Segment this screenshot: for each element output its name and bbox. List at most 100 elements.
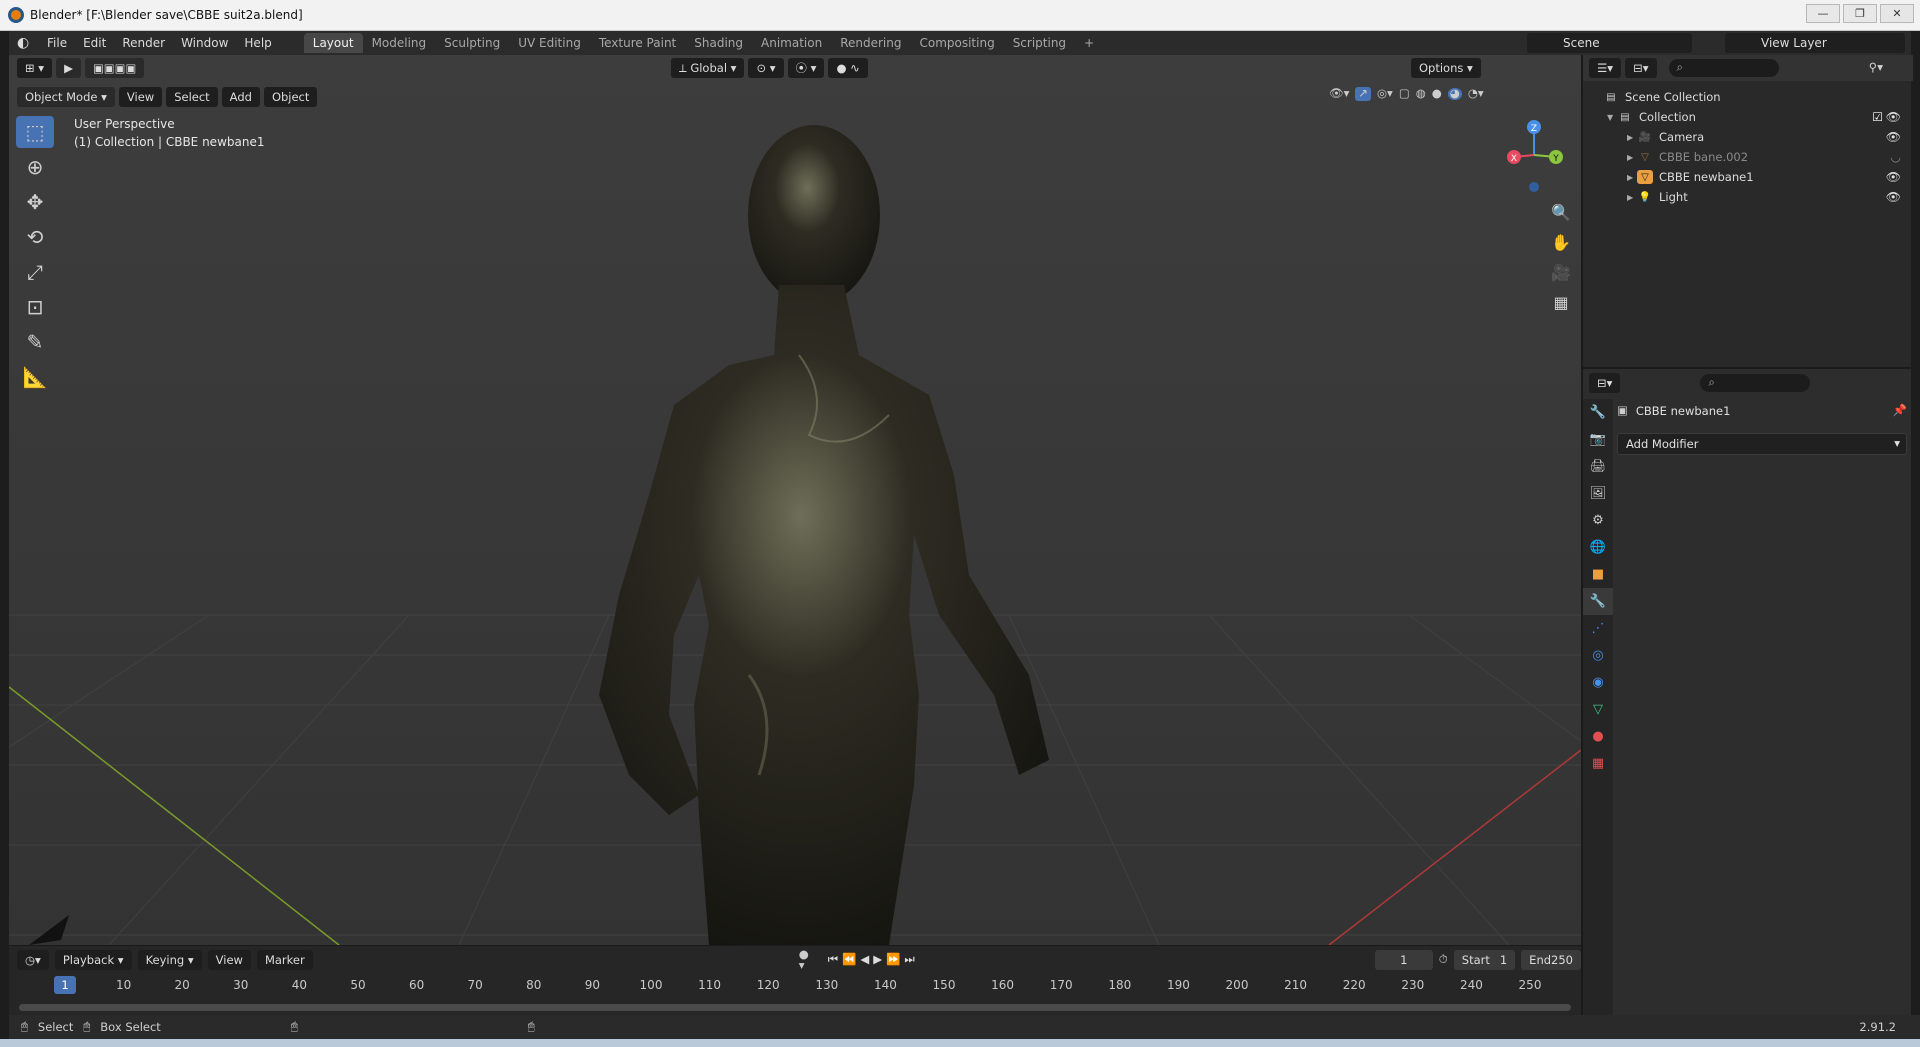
- outliner-display-mode[interactable]: ⊟▾: [1625, 58, 1657, 78]
- constraints-tab-icon[interactable]: ◉: [1583, 669, 1613, 696]
- material-tab-icon[interactable]: ●: [1583, 723, 1613, 750]
- selection-modes[interactable]: ▣▣▣▣: [84, 58, 145, 78]
- move-tool[interactable]: ✥: [16, 186, 54, 218]
- tab-animation[interactable]: Animation: [752, 33, 831, 53]
- viewport-menu-object[interactable]: Object: [263, 87, 318, 107]
- current-frame-field[interactable]: 1: [1374, 950, 1433, 970]
- scene-tab-icon[interactable]: ⚙: [1583, 507, 1613, 534]
- material-shading-icon[interactable]: ◕: [1447, 87, 1462, 100]
- particles-tab-icon[interactable]: ⋰: [1583, 615, 1613, 642]
- tab-shading[interactable]: Shading: [685, 33, 752, 53]
- viewport-menu-view[interactable]: View: [118, 87, 163, 107]
- tab-modeling[interactable]: Modeling: [363, 33, 436, 53]
- end-frame-field[interactable]: End 250: [1521, 950, 1581, 970]
- viewport-menu-select[interactable]: Select: [166, 87, 218, 107]
- measure-tool[interactable]: 📐: [16, 361, 54, 393]
- record-icon[interactable]: ● ▾: [799, 948, 810, 972]
- timeline-menu-playback[interactable]: Playback ▾: [54, 950, 132, 970]
- properties-search-input[interactable]: ⌕: [1700, 374, 1811, 392]
- pivot-dropdown[interactable]: ⊙ ▾: [748, 58, 784, 78]
- texture-tab-icon[interactable]: ▦: [1583, 750, 1613, 777]
- outliner-search-input[interactable]: ⌕: [1668, 59, 1779, 77]
- render-tab-icon[interactable]: 📷: [1583, 426, 1613, 453]
- add-modifier-dropdown[interactable]: Add Modifier ▾: [1617, 433, 1907, 455]
- output-tab-icon[interactable]: 🖨: [1583, 453, 1613, 480]
- tab-scripting[interactable]: Scripting: [1004, 33, 1075, 53]
- menu-help[interactable]: Help: [236, 36, 279, 50]
- navigation-gizmo[interactable]: Z Y X: [1494, 115, 1574, 205]
- menu-edit[interactable]: Edit: [75, 36, 114, 50]
- tab-layout[interactable]: Layout: [303, 33, 363, 53]
- add-workspace-button[interactable]: +: [1075, 33, 1103, 53]
- outliner-item-cbbe-newbane[interactable]: ▶ ▽ CBBE newbane1 👁: [1583, 167, 1913, 187]
- transform-tool[interactable]: ⊡: [16, 291, 54, 323]
- options-dropdown[interactable]: Options ▾: [1411, 58, 1481, 78]
- 3d-viewport[interactable]: ⊞ ▾ ▶ ▣▣▣▣ Object Mode ▾ View Select Add…: [9, 55, 1581, 945]
- current-frame-indicator[interactable]: 1: [54, 976, 76, 994]
- wireframe-shading-icon[interactable]: ◍: [1416, 87, 1426, 100]
- outliner-item-light[interactable]: ▶ 💡 Light 👁: [1583, 187, 1913, 207]
- timeline-menu-marker[interactable]: Marker: [256, 950, 313, 970]
- expand-arrow-icon[interactable]: ▶: [1627, 133, 1637, 142]
- physics-tab-icon[interactable]: ◎: [1583, 642, 1613, 669]
- transform-orientation-dropdown[interactable]: ⟂ Global ▾: [671, 58, 745, 78]
- data-tab-icon[interactable]: ▽: [1583, 696, 1613, 723]
- stopwatch-icon[interactable]: ⏱: [1439, 954, 1448, 966]
- scale-tool[interactable]: ⤢: [16, 256, 54, 288]
- visibility-dropdown-icon[interactable]: 👁▾: [1329, 87, 1349, 100]
- expand-arrow-icon[interactable]: ▶: [1627, 173, 1637, 182]
- object-tab-icon[interactable]: ■: [1583, 561, 1613, 588]
- tab-rendering[interactable]: Rendering: [831, 33, 910, 53]
- eye-icon[interactable]: 👁: [1886, 110, 1901, 124]
- select-mode-button[interactable]: ▶: [56, 58, 81, 78]
- expand-arrow-icon[interactable]: ▶: [1627, 153, 1637, 162]
- zoom-icon[interactable]: 🔍: [1547, 198, 1575, 226]
- pin-icon[interactable]: 📌: [1893, 405, 1907, 417]
- expand-arrow-icon[interactable]: ▼: [1607, 113, 1617, 122]
- start-frame-field[interactable]: Start 1: [1453, 950, 1516, 970]
- timeline-editor-type[interactable]: ◷▾: [17, 950, 49, 970]
- eye-icon[interactable]: 👁: [1886, 170, 1901, 184]
- world-tab-icon[interactable]: 🌐: [1583, 534, 1613, 561]
- timeline-menu-view[interactable]: View: [207, 950, 251, 970]
- eye-icon[interactable]: 👁: [1886, 190, 1901, 204]
- timeline-ruler[interactable]: 1 10 20 30 40 50 60 70 80 90 100 110 120 130 140 150 16…: [9, 976, 1581, 996]
- playback-controls[interactable]: ⏮⏪◀▶⏩⏭: [828, 954, 919, 966]
- blender-menu-icon[interactable]: ◐: [17, 36, 33, 50]
- tool-tab-icon[interactable]: 🔧: [1583, 399, 1613, 426]
- overlay-toggle-icon[interactable]: ◎▾: [1377, 87, 1393, 100]
- outliner-scene-collection[interactable]: ▤ Scene Collection: [1583, 87, 1913, 107]
- pan-hand-icon[interactable]: ✋: [1547, 228, 1575, 256]
- view-layer-tab-icon[interactable]: 🖼: [1583, 480, 1613, 507]
- annotate-tool[interactable]: ✎: [16, 326, 54, 358]
- maximize-button[interactable]: ❐: [1843, 4, 1877, 23]
- menu-render[interactable]: Render: [114, 36, 173, 50]
- camera-view-icon[interactable]: 🎥: [1547, 258, 1575, 286]
- rotate-tool[interactable]: ⟲: [16, 221, 54, 253]
- close-button[interactable]: ✕: [1880, 4, 1914, 23]
- filter-icon[interactable]: ⚲▾: [1869, 62, 1883, 74]
- timeline-scrollbar[interactable]: [19, 1004, 1571, 1011]
- xray-toggle-icon[interactable]: ▢: [1399, 87, 1410, 100]
- modifier-tab-icon[interactable]: 🔧: [1583, 588, 1613, 615]
- grid-view-icon[interactable]: ▦: [1547, 288, 1575, 316]
- minimize-button[interactable]: —: [1806, 4, 1840, 23]
- tab-uv-editing[interactable]: UV Editing: [509, 33, 590, 53]
- eye-icon[interactable]: 👁: [1886, 130, 1901, 144]
- view-layer-selector[interactable]: View Layer: [1725, 33, 1905, 53]
- outliner-collection[interactable]: ▼ ▤ Collection ☑ 👁: [1583, 107, 1913, 127]
- tab-sculpting[interactable]: Sculpting: [435, 33, 509, 53]
- menu-window[interactable]: Window: [173, 36, 236, 50]
- collection-checkbox[interactable]: ☑: [1872, 110, 1883, 124]
- rendered-shading-icon[interactable]: ◔▾: [1468, 87, 1484, 100]
- outliner-item-cbbe-bane[interactable]: ▶ ▽ CBBE bane.002 ◡: [1583, 147, 1913, 167]
- scene-selector[interactable]: Scene: [1527, 33, 1692, 53]
- outliner-item-camera[interactable]: ▶ 🎥 Camera 👁: [1583, 127, 1913, 147]
- solid-shading-icon[interactable]: ●: [1432, 87, 1442, 100]
- tab-texture-paint[interactable]: Texture Paint: [590, 33, 685, 53]
- tab-compositing[interactable]: Compositing: [910, 33, 1003, 53]
- viewport-menu-add[interactable]: Add: [221, 87, 260, 107]
- editor-type-button[interactable]: ⊞ ▾: [17, 58, 53, 78]
- properties-editor-type[interactable]: ⊟▾: [1589, 373, 1621, 393]
- select-box-tool[interactable]: ⬚: [16, 116, 54, 148]
